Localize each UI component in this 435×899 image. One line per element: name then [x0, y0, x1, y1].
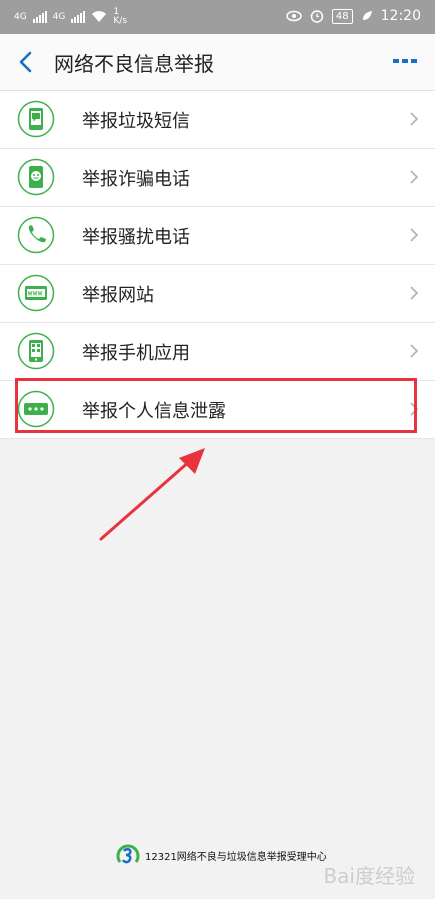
eye-icon	[286, 10, 302, 22]
fraud-call-icon	[17, 158, 55, 196]
network-type-2: 4G	[52, 12, 66, 22]
list-item-label: 举报垃圾短信	[82, 111, 190, 132]
clock: 12:20	[380, 8, 421, 24]
chevron-right-icon	[410, 112, 419, 126]
status-right: 48 12:20	[286, 8, 421, 24]
battery-indicator: 48	[331, 8, 353, 24]
network-type-1: 4G	[14, 12, 27, 22]
status-left: 4G 4G 1 K/s	[14, 8, 127, 26]
sms-icon	[17, 100, 55, 138]
speed-unit: K/s	[113, 16, 128, 26]
page-title: 网络不良信息举报	[54, 52, 214, 76]
footer: 12321网络不良与垃圾信息举报受理中心	[115, 842, 327, 868]
signal-icon	[32, 11, 47, 23]
chevron-right-icon	[410, 344, 419, 358]
list-item-harassment-call[interactable]: 举报骚扰电话	[0, 207, 435, 265]
list-item-website[interactable]: 举报网站	[0, 265, 435, 323]
chevron-right-icon	[410, 170, 419, 184]
list-item-label: 举报诈骗电话	[82, 169, 190, 190]
back-arrow-icon[interactable]	[14, 50, 38, 74]
annotation-arrow	[99, 448, 205, 541]
chevron-right-icon	[410, 228, 419, 242]
footer-text: 12321网络不良与垃圾信息举报受理中心	[145, 851, 327, 863]
status-bar: 4G 4G 1 K/s 48 12:20	[0, 0, 435, 34]
leaf-icon	[362, 11, 372, 20]
signal-icon-2	[71, 11, 86, 23]
list-item-mobile-app[interactable]: 举报手机应用	[0, 323, 435, 381]
highlight-box	[15, 378, 417, 433]
list-item-label: 举报骚扰电话	[82, 227, 190, 248]
mobile-app-icon	[17, 332, 55, 370]
more-menu-icon[interactable]	[393, 59, 417, 63]
wifi-icon	[92, 11, 107, 22]
12321-logo-icon	[116, 844, 140, 864]
list-item-fraud-call[interactable]: 举报诈骗电话	[0, 149, 435, 207]
phone-icon	[17, 216, 55, 254]
alarm-icon	[310, 10, 324, 23]
list-item-label: 举报手机应用	[82, 343, 190, 364]
website-icon	[17, 274, 55, 312]
chevron-right-icon	[410, 286, 419, 300]
app-header: 网络不良信息举报	[0, 34, 435, 91]
list-item-spam-sms[interactable]: 举报垃圾短信	[0, 91, 435, 149]
list-item-label: 举报网站	[82, 285, 154, 306]
watermark: Bai度经验	[323, 864, 415, 888]
